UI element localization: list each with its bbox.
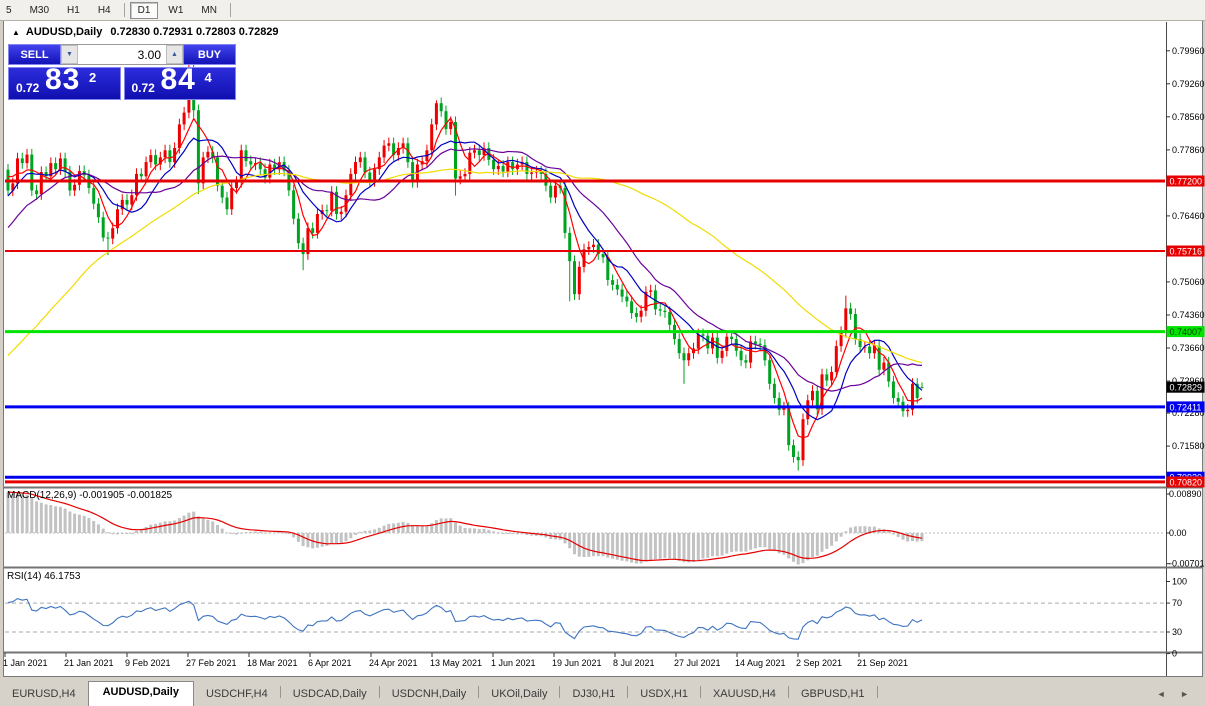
- timeframe-d1-button[interactable]: D1: [130, 2, 159, 19]
- sell-button[interactable]: SELL: [8, 44, 61, 65]
- buy-button[interactable]: BUY: [183, 44, 236, 65]
- volume-input[interactable]: 3.00: [78, 45, 166, 64]
- timeframe-toolbar: 5 M30 H1 H4 D1 W1 MN: [0, 0, 1205, 21]
- volume-increase-button[interactable]: ▲: [166, 45, 183, 64]
- buy-price-big: 84: [161, 67, 196, 97]
- buy-price-prefix: 0.72: [132, 81, 155, 95]
- tab-eurusd-h4[interactable]: EURUSD,H4: [0, 684, 88, 706]
- sell-price-display[interactable]: 0.72 83 2: [8, 67, 121, 100]
- chart-title: ▲ AUDUSD,Daily 0.72830 0.72931 0.72803 0.7…: [12, 26, 279, 38]
- tab-xauusd-h4[interactable]: XAUUSD,H4: [701, 684, 788, 706]
- rsi-indicator-label: RSI(14) 46.1753: [7, 571, 80, 582]
- macd-indicator-label: MACD(12,26,9) -0.001905 -0.001825: [7, 490, 172, 501]
- mt4-terminal: 5 M30 H1 H4 D1 W1 MN 0.799600.792600.785…: [0, 0, 1205, 706]
- tab-dj30-h1[interactable]: DJ30,H1: [560, 684, 627, 706]
- tab-audusd-daily[interactable]: AUDUSD,Daily: [88, 681, 194, 706]
- buy-price-display[interactable]: 0.72 84 4: [124, 67, 237, 100]
- timeframe-m30-button[interactable]: M30: [22, 2, 57, 19]
- chart-ohlc-values: 0.72830 0.72931 0.72803 0.72829: [110, 26, 278, 38]
- tab-usdx-h1[interactable]: USDX,H1: [628, 684, 700, 706]
- sell-price-big: 83: [45, 67, 80, 97]
- collapse-panel-icon[interactable]: ▲: [12, 28, 20, 37]
- timeframe-mn-button[interactable]: MN: [193, 2, 225, 19]
- toolbar-separator: [230, 3, 231, 17]
- chart-window: [3, 20, 1203, 677]
- tab-usdcnh-daily[interactable]: USDCNH,Daily: [380, 684, 479, 706]
- buy-price-sup: 4: [205, 70, 212, 85]
- sell-price-prefix: 0.72: [16, 81, 39, 95]
- timeframe-m5-button[interactable]: 5: [0, 2, 20, 19]
- sell-price-sup: 2: [89, 70, 96, 85]
- tab-usdcad-daily[interactable]: USDCAD,Daily: [281, 684, 379, 706]
- one-click-trading-panel: SELL ▼ 3.00 ▲ BUY 0.72 83 2 0.72 84 4: [8, 44, 236, 100]
- chart-tab-bar: EURUSD,H4 AUDUSD,Daily USDCHF,H4 USDCAD,…: [0, 678, 1205, 706]
- tab-scroll-arrows[interactable]: ◄ ►: [1157, 689, 1195, 699]
- tab-ukoil-daily[interactable]: UKOil,Daily: [479, 684, 559, 706]
- tab-gbpusd-h1[interactable]: GBPUSD,H1: [789, 684, 877, 706]
- chart-symbol-label: AUDUSD,Daily: [26, 26, 102, 38]
- volume-decrease-button[interactable]: ▼: [61, 45, 78, 64]
- timeframe-h1-button[interactable]: H1: [59, 2, 88, 19]
- tab-separator: [877, 686, 878, 698]
- tab-usdchf-h4[interactable]: USDCHF,H4: [194, 684, 280, 706]
- timeframe-w1-button[interactable]: W1: [160, 2, 191, 19]
- timeframe-h4-button[interactable]: H4: [90, 2, 119, 19]
- toolbar-separator: [124, 3, 125, 17]
- volume-spinner: ▼ 3.00 ▲: [61, 44, 183, 65]
